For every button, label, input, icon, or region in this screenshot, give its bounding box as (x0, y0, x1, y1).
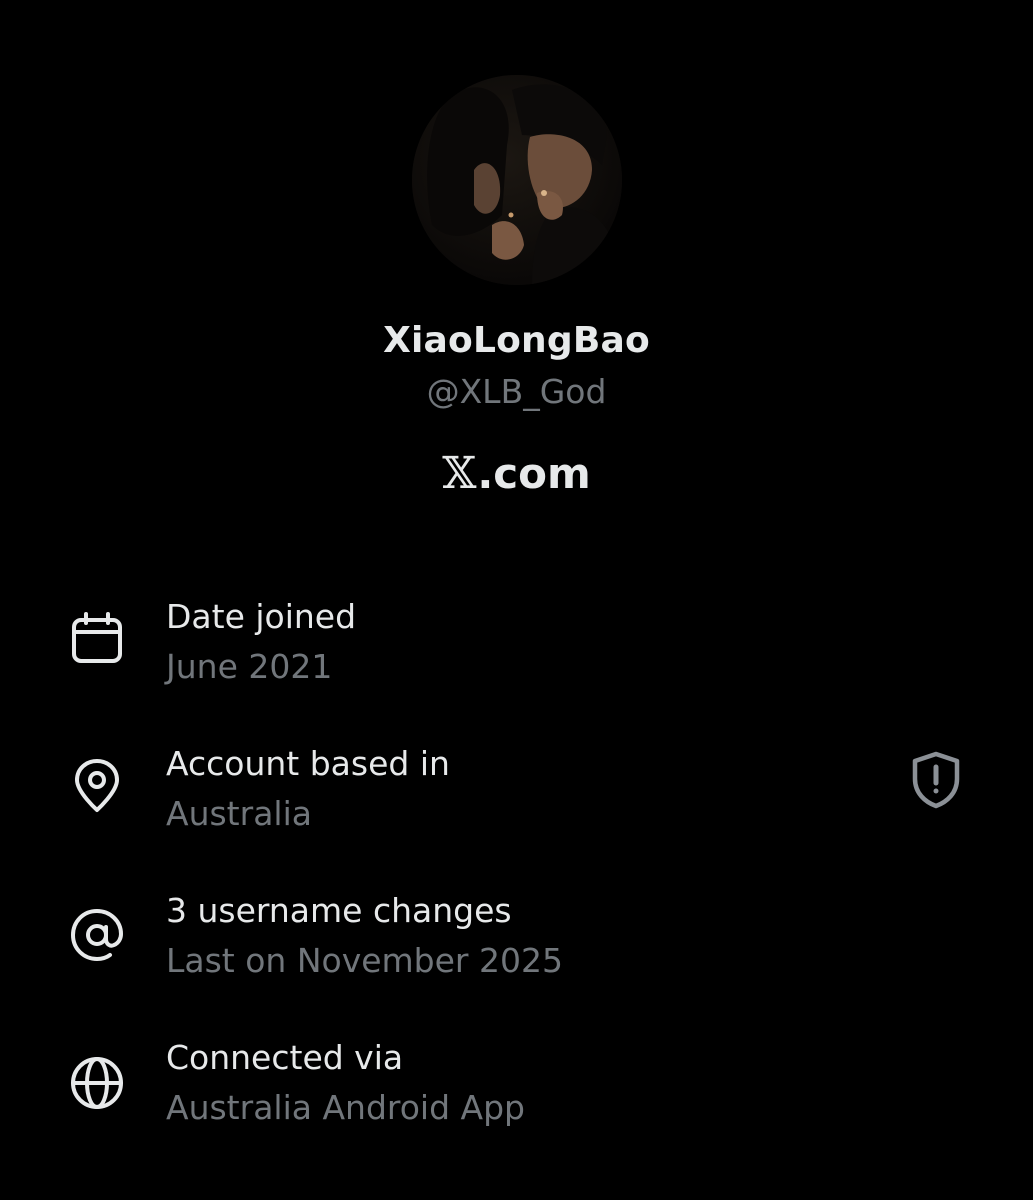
info-row-connected-via: Connected via Australia Android App (0, 1038, 1033, 1148)
profile-avatar[interactable] (412, 75, 622, 285)
site-brand-suffix: .com (477, 449, 591, 498)
info-row-title: Date joined (166, 597, 357, 636)
info-row-date-joined: Date joined June 2021 (0, 597, 1033, 707)
info-row-account-based-in: Account based in Australia (0, 744, 1033, 854)
globe-icon (69, 1055, 125, 1111)
info-row-title: 3 username changes (166, 891, 512, 930)
info-row-title: Account based in (166, 744, 450, 783)
shield-exclamation-icon[interactable] (905, 749, 967, 811)
location-pin-icon (69, 758, 125, 814)
info-row-username-changes: 3 username changes Last on November 2025 (0, 891, 1033, 1001)
info-row-value: Australia Android App (166, 1088, 526, 1127)
profile-display-name: XiaoLongBao (383, 320, 650, 361)
x-logo-icon: 𝕏 (442, 448, 477, 499)
site-brand: 𝕏.com (0, 448, 1033, 499)
info-row-title: Connected via (166, 1038, 404, 1077)
info-row-value: June 2021 (166, 647, 333, 686)
avatar-photo (412, 75, 622, 285)
calendar-icon (69, 610, 125, 666)
info-row-value: Australia (166, 794, 312, 833)
info-row-value: Last on November 2025 (166, 941, 563, 980)
at-sign-icon (69, 907, 125, 963)
profile-handle: @XLB_God (426, 372, 607, 411)
